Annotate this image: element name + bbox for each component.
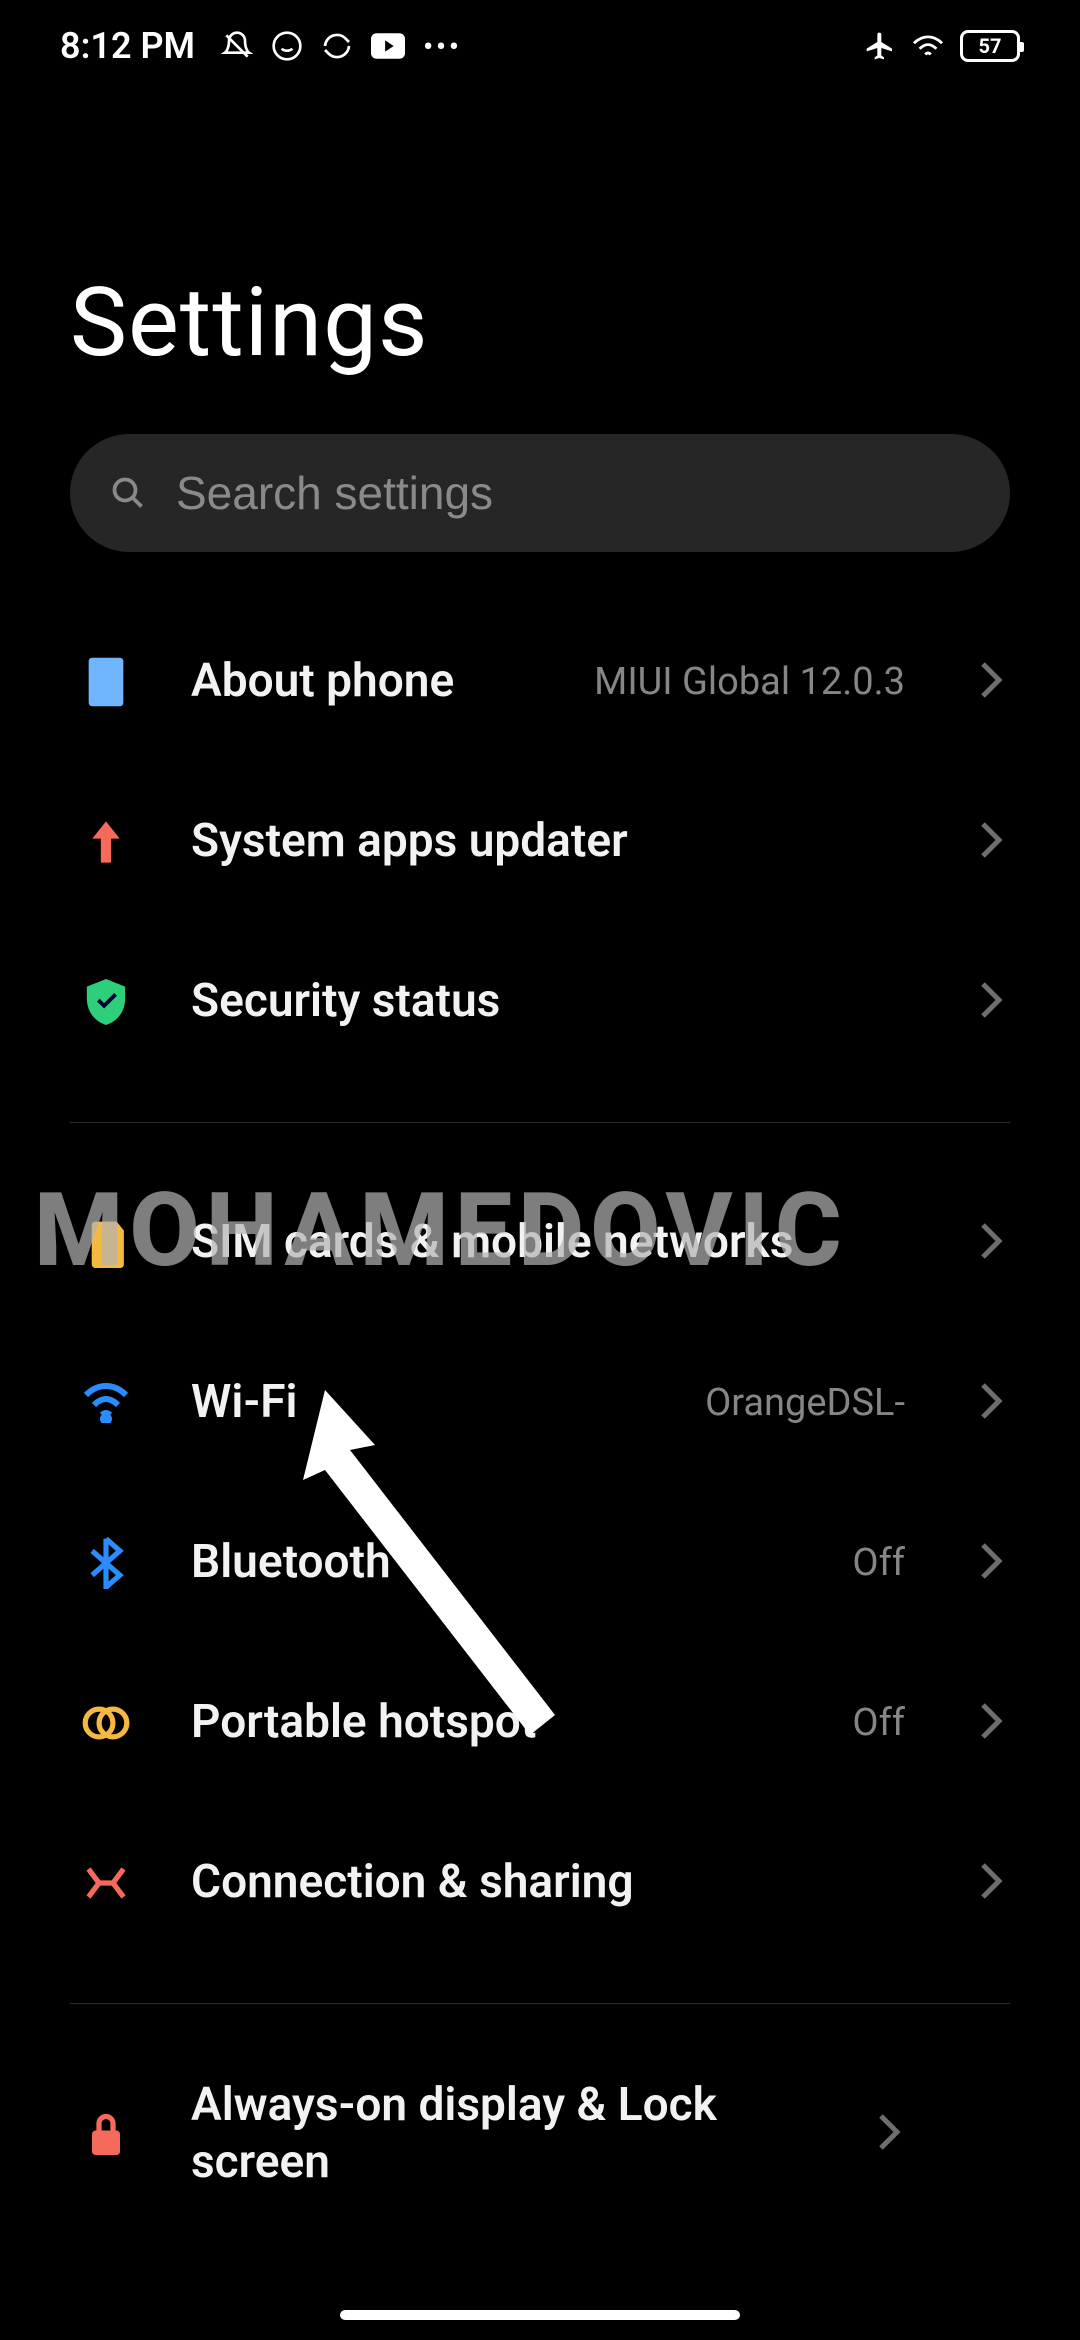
divider xyxy=(70,2003,1010,2004)
row-sim-cards[interactable]: SIM cards & mobile networks xyxy=(70,1163,1010,1323)
lock-icon xyxy=(76,2109,136,2159)
row-system-updater[interactable]: System apps updater xyxy=(70,762,1010,922)
row-lock-screen[interactable]: Always-on display & Lock screen xyxy=(70,2044,1010,2224)
wifi-icon xyxy=(76,1383,136,1423)
airplane-icon xyxy=(864,30,896,62)
row-label: Connection & sharing xyxy=(191,1854,923,1912)
row-label: About phone xyxy=(191,653,539,711)
row-wifi[interactable]: Wi-Fi OrangeDSL- xyxy=(70,1323,1010,1483)
row-value: MIUI Global 12.0.3 xyxy=(594,660,905,704)
row-security-status[interactable]: Security status xyxy=(70,922,1010,1082)
phone-icon xyxy=(76,656,136,708)
hotspot-icon xyxy=(76,1703,136,1743)
youtube-icon xyxy=(371,32,405,60)
sharing-icon xyxy=(76,1862,136,1904)
chevron-right-icon xyxy=(978,1221,1004,1265)
divider xyxy=(70,1122,1010,1123)
row-about-phone[interactable]: About phone MIUI Global 12.0.3 xyxy=(70,602,1010,762)
chevron-right-icon xyxy=(978,820,1004,864)
more-icon: ••• xyxy=(423,30,462,63)
whatsapp-icon xyxy=(271,30,303,62)
row-label: Wi-Fi xyxy=(191,1374,650,1432)
chevron-right-icon xyxy=(978,1541,1004,1585)
sync-icon xyxy=(321,30,353,62)
search-input[interactable] xyxy=(176,466,970,520)
row-value: Off xyxy=(852,1701,905,1745)
chevron-right-icon xyxy=(978,1701,1004,1745)
search-icon xyxy=(110,475,146,511)
row-label: SIM cards & mobile networks xyxy=(191,1214,923,1272)
row-label: Security status xyxy=(191,973,923,1031)
row-label: Bluetooth xyxy=(191,1534,797,1592)
row-label: Portable hotspot xyxy=(191,1694,797,1752)
mute-icon xyxy=(221,30,253,62)
home-indicator[interactable] xyxy=(340,2310,740,2320)
battery-icon: 57 xyxy=(960,30,1020,62)
status-time: 8:12 PM xyxy=(60,25,195,67)
row-connection-sharing[interactable]: Connection & sharing xyxy=(70,1803,1010,1963)
row-value: Off xyxy=(852,1541,905,1585)
row-label: System apps updater xyxy=(191,813,923,871)
search-bar[interactable] xyxy=(70,434,1010,552)
status-bar: 8:12 PM ••• 57 xyxy=(0,0,1080,92)
row-hotspot[interactable]: Portable hotspot Off xyxy=(70,1643,1010,1803)
bluetooth-icon xyxy=(76,1537,136,1589)
chevron-right-icon xyxy=(978,660,1004,704)
chevron-right-icon xyxy=(978,1861,1004,1905)
row-value: OrangeDSL- xyxy=(705,1381,905,1425)
update-icon xyxy=(76,818,136,866)
sim-icon xyxy=(76,1218,136,1268)
page-title: Settings xyxy=(70,267,1010,379)
chevron-right-icon xyxy=(978,1381,1004,1425)
chevron-right-icon xyxy=(978,980,1004,1024)
row-label: Always-on display & Lock screen xyxy=(191,2077,821,2192)
battery-level: 57 xyxy=(979,34,1002,58)
shield-icon xyxy=(76,977,136,1027)
wifi-status-icon xyxy=(911,32,945,60)
row-bluetooth[interactable]: Bluetooth Off xyxy=(70,1483,1010,1643)
chevron-right-icon xyxy=(876,2112,902,2156)
